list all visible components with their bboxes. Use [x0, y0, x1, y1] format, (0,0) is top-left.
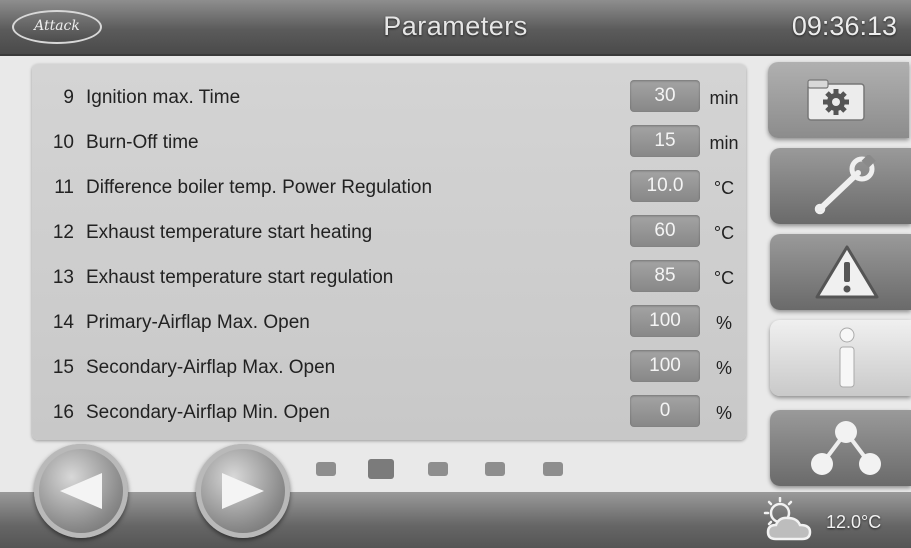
parameter-value-field[interactable]: 85	[630, 260, 700, 292]
parameter-value-field[interactable]: 30	[630, 80, 700, 112]
parameter-number: 11	[54, 177, 74, 198]
parameter-value-field[interactable]: 100	[630, 350, 700, 382]
parameter-unit: °C	[713, 268, 735, 288]
parameter-unit: %	[715, 403, 732, 423]
info-icon	[839, 327, 855, 388]
parameter-row: 10 Burn-Off time 15 min	[32, 117, 746, 162]
arrow-left-icon	[60, 473, 102, 509]
parameter-label: Exhaust temperature start heating	[86, 222, 373, 243]
sidebar-item-network[interactable]	[770, 410, 911, 486]
parameter-value-field[interactable]: 10.0	[630, 170, 700, 202]
parameter-value-field[interactable]: 15	[630, 125, 700, 157]
outdoor-temperature: 12.0°C	[826, 512, 882, 532]
parameter-unit: %	[715, 313, 732, 333]
parameter-number: 14	[52, 312, 74, 333]
warning-icon	[815, 245, 879, 299]
parameter-label: Secondary-Airflap Min. Open	[86, 402, 330, 423]
parameter-number: 10	[52, 132, 74, 153]
gear-folder-icon	[807, 79, 865, 121]
parameter-unit: %	[715, 358, 732, 378]
parameter-label: Primary-Airflap Max. Open	[86, 312, 310, 333]
parameter-row: 9 Ignition max. Time 30 min	[32, 72, 746, 117]
page-indicator-5[interactable]	[543, 462, 563, 476]
network-icon	[811, 421, 881, 475]
parameter-row: 14 Primary-Airflap Max. Open 100 %	[32, 297, 746, 342]
sidebar-item-info[interactable]	[770, 320, 911, 396]
partly-cloudy-icon	[763, 497, 812, 541]
parameter-value-field[interactable]: 0	[630, 395, 700, 427]
parameter-unit: min	[709, 88, 739, 108]
parameter-value-field[interactable]: 100	[630, 305, 700, 337]
page-indicator-1[interactable]	[316, 462, 336, 476]
parameter-label: Difference boiler temp. Power Regulation	[86, 177, 433, 198]
page-indicator-4[interactable]	[485, 462, 505, 476]
parameter-label: Secondary-Airflap Max. Open	[86, 357, 336, 378]
parameter-row: 12 Exhaust temperature start heating 60 …	[32, 207, 746, 252]
parameter-unit: °C	[713, 223, 735, 243]
parameter-row: 13 Exhaust temperature start regulation …	[32, 252, 746, 297]
parameter-value-field[interactable]: 60	[630, 215, 700, 247]
parameter-number: 13	[52, 267, 74, 288]
parameter-panel: 9 Ignition max. Time 30 min 10 Burn-Off …	[32, 64, 746, 440]
parameter-number: 15	[52, 357, 74, 378]
parameter-number: 12	[52, 222, 74, 243]
arrow-right-icon	[222, 473, 264, 509]
page-indicator-3[interactable]	[428, 462, 448, 476]
parameter-label: Ignition max. Time	[86, 87, 241, 108]
sidebar-item-alarms[interactable]	[770, 234, 911, 310]
parameter-row: 11 Difference boiler temp. Power Regulat…	[32, 162, 746, 207]
sidebar-item-service[interactable]	[770, 148, 911, 224]
parameter-number: 16	[52, 402, 74, 423]
parameter-row: 16 Secondary-Airflap Min. Open 0 %	[32, 387, 746, 432]
parameter-unit: °C	[713, 178, 735, 198]
clock: 09:36:13	[791, 11, 897, 41]
parameter-label: Burn-Off time	[86, 132, 199, 153]
page-indicator-2[interactable]	[368, 459, 394, 479]
next-page-button[interactable]	[196, 444, 290, 538]
header-bar: Attack Parameters 09:36:13	[0, 0, 911, 56]
parameter-unit: min	[709, 133, 739, 153]
previous-page-button[interactable]	[34, 444, 128, 538]
parameter-number: 9	[63, 87, 74, 108]
wrench-icon	[814, 155, 876, 215]
parameter-label: Exhaust temperature start regulation	[86, 267, 394, 288]
page-title: Parameters	[383, 11, 528, 41]
sidebar-item-settings[interactable]	[768, 62, 909, 138]
parameter-row: 15 Secondary-Airflap Max. Open 100 %	[32, 342, 746, 387]
